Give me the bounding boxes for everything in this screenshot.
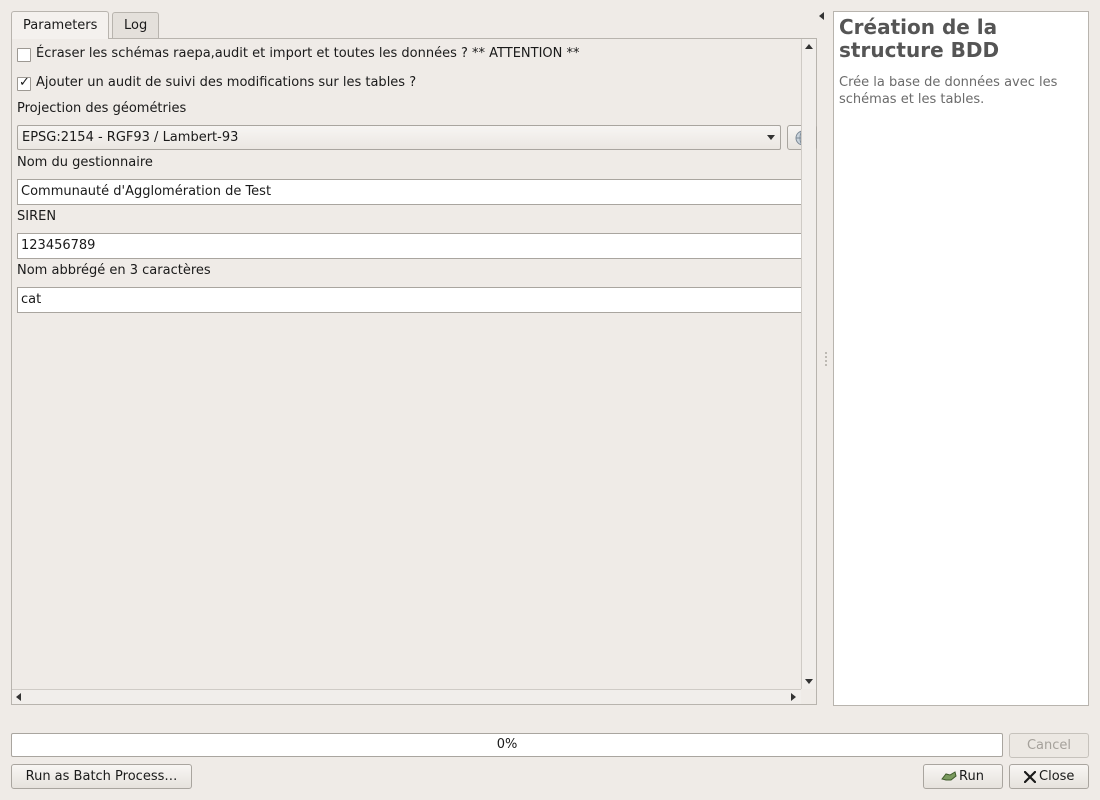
scroll-down-icon[interactable]: [805, 679, 813, 684]
close-button[interactable]: Close: [1009, 764, 1089, 789]
run-button[interactable]: Run: [923, 764, 1003, 789]
progress-text: 0%: [496, 737, 518, 752]
abbrev-label: Nom abbrégé en 3 caractères: [17, 263, 211, 278]
horizontal-scrollbar[interactable]: [12, 689, 801, 704]
tab-parameters[interactable]: Parameters: [11, 11, 110, 39]
run-label: Run: [959, 769, 984, 784]
projection-select[interactable]: EPSG:2154 - RGF93 / Lambert-93: [17, 125, 781, 150]
help-panel: Création de la structure BDD Crée la bas…: [833, 11, 1089, 706]
audit-label: Ajouter un audit de suivi des modificati…: [36, 75, 417, 90]
scroll-up-icon[interactable]: [805, 44, 813, 49]
close-icon: [1024, 771, 1036, 783]
abbrev-input[interactable]: cat: [17, 287, 807, 313]
algorithm-title: Création de la structure BDD: [839, 15, 1000, 62]
chevron-down-icon: [767, 135, 775, 140]
run-icon: [941, 771, 957, 781]
vertical-scrollbar[interactable]: [801, 39, 816, 690]
collapse-arrow-icon[interactable]: [819, 12, 824, 20]
audit-checkbox[interactable]: ✓: [17, 75, 31, 91]
projection-value: EPSG:2154 - RGF93 / Lambert-93: [22, 130, 239, 145]
projection-label: Projection des géométries: [17, 101, 187, 116]
scroll-corner: [801, 689, 816, 704]
close-label: Close: [1039, 769, 1075, 784]
splitter-handle[interactable]: [825, 352, 827, 368]
scroll-left-icon[interactable]: [16, 693, 21, 701]
manager-label: Nom du gestionnaire: [17, 155, 153, 170]
cancel-button[interactable]: Cancel: [1009, 733, 1089, 758]
progress-bar: 0%: [11, 733, 1003, 757]
overwrite-checkbox[interactable]: [17, 48, 31, 62]
scroll-right-icon[interactable]: [791, 693, 796, 701]
manager-input[interactable]: Communauté d'Agglomération de Test: [17, 179, 807, 205]
tab-log[interactable]: Log: [112, 12, 160, 39]
algorithm-description: Crée la base de données avec les schémas…: [839, 75, 1058, 107]
overwrite-label: Écraser les schémas raepa,audit et impor…: [36, 46, 580, 61]
siren-input[interactable]: 123456789: [17, 233, 807, 259]
siren-label: SIREN: [17, 209, 57, 224]
run-batch-button[interactable]: Run as Batch Process…: [11, 764, 192, 789]
checkmark-icon: ✓: [19, 75, 30, 90]
